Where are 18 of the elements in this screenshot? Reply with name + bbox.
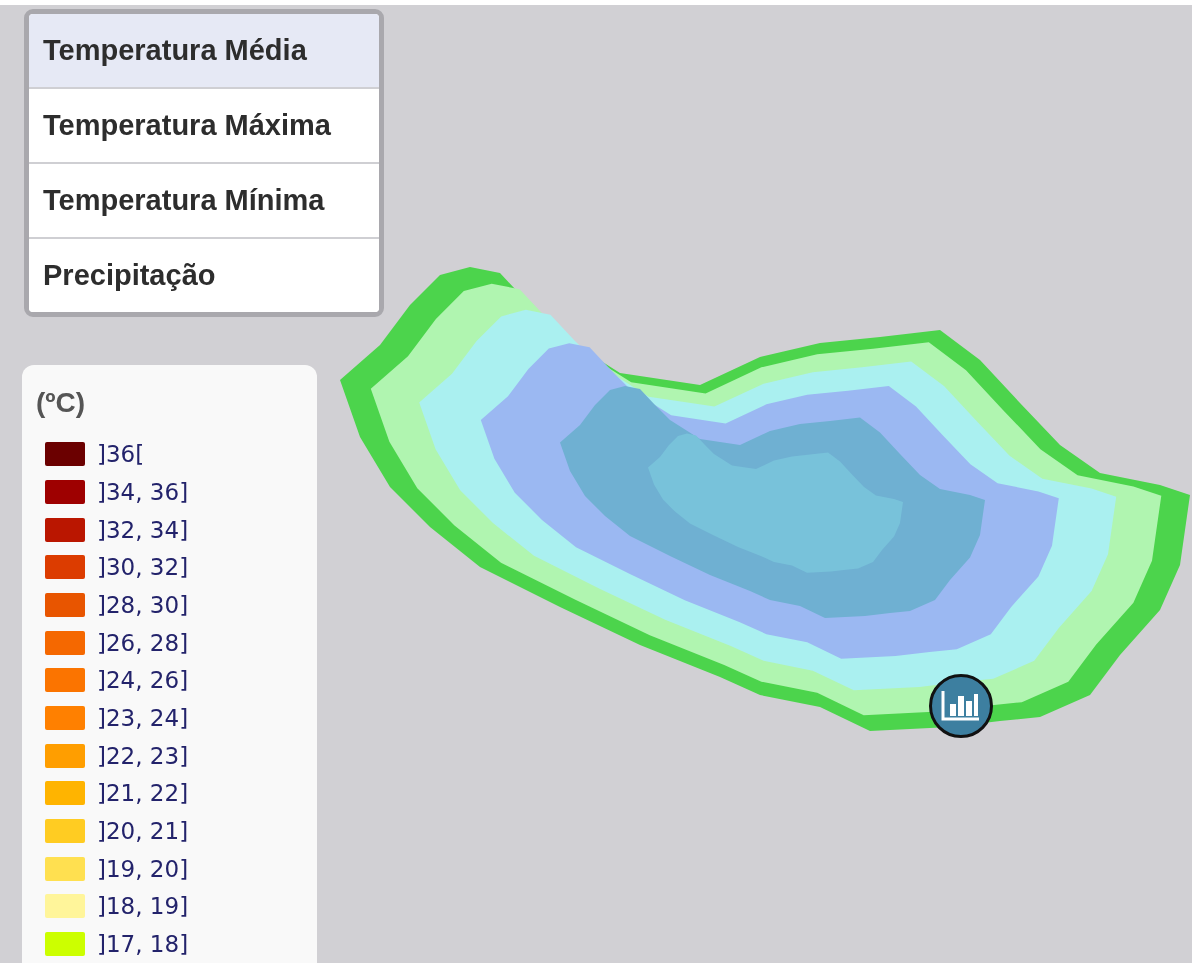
legend-label: ]30, 32] <box>97 554 189 581</box>
layer-menu-item[interactable]: Temperatura Média <box>29 14 379 88</box>
legend-label: ]19, 20] <box>97 855 189 882</box>
legend-title: (ºC) <box>36 387 86 420</box>
bar-chart-icon <box>941 690 981 722</box>
legend-label: ]17, 18] <box>97 931 189 958</box>
legend-label: ]21, 22] <box>97 780 189 807</box>
legend-label: ]34, 36] <box>97 478 189 505</box>
legend-label: ]22, 23] <box>97 742 189 769</box>
legend-label: ]24, 26] <box>97 667 189 694</box>
legend-label: ]36[ <box>97 441 145 468</box>
legend-label: ]28, 30] <box>97 591 189 618</box>
legend-label: ]32, 34] <box>97 516 189 543</box>
legend-label: ]18, 19] <box>97 893 189 920</box>
layer-menu-item[interactable]: Precipitação <box>29 237 379 313</box>
legend-label: ]23, 24] <box>97 705 189 732</box>
legend-label: ]20, 21] <box>97 818 189 845</box>
legend-label: ]26, 28] <box>97 629 189 656</box>
